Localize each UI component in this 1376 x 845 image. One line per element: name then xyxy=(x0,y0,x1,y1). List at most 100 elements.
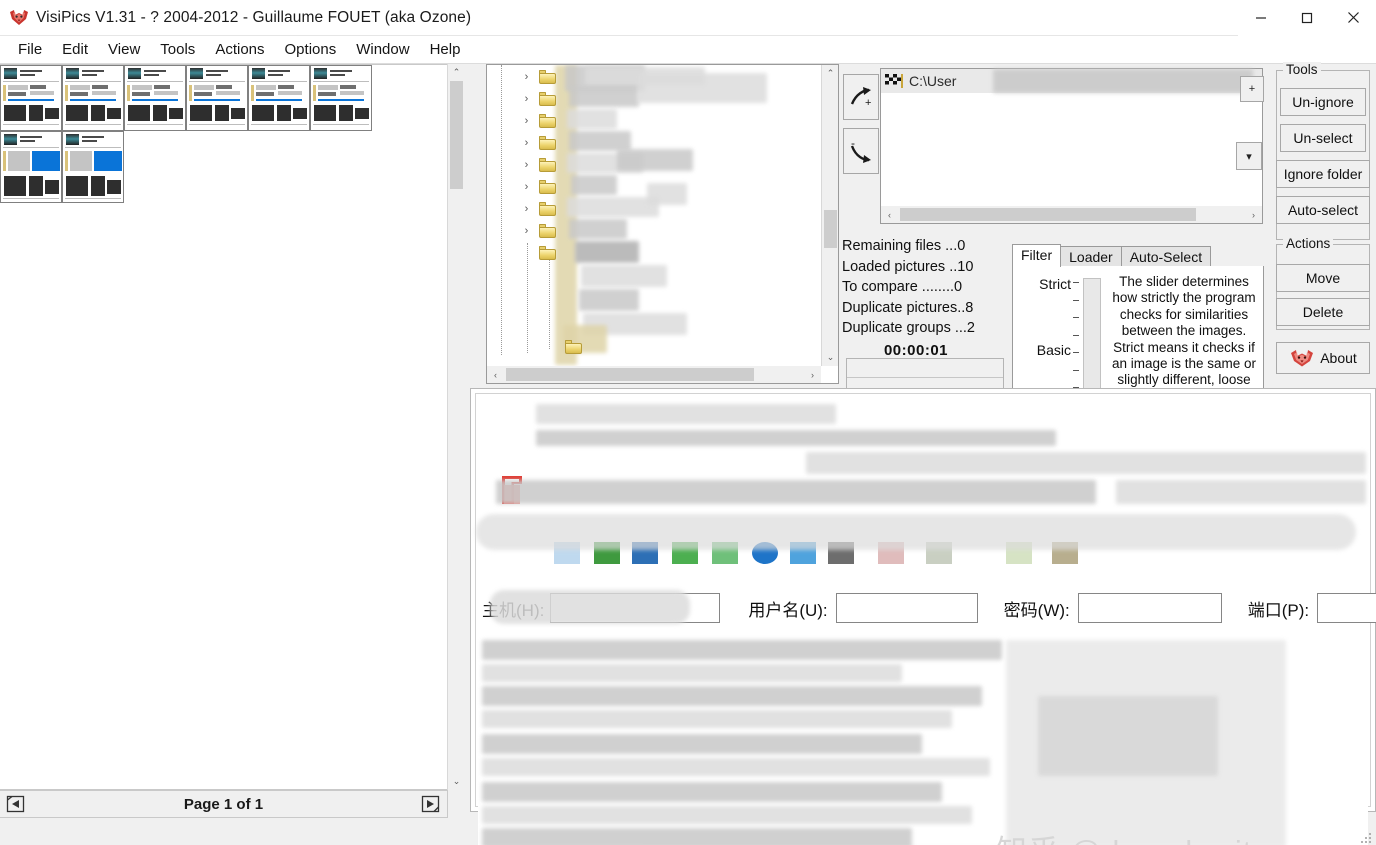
close-button[interactable] xyxy=(1330,0,1376,36)
about-fox-icon xyxy=(1289,348,1315,368)
username-input[interactable] xyxy=(836,593,978,623)
tree-scroll-down-arrow[interactable]: ⌄ xyxy=(822,349,839,366)
folder-tree-node[interactable]: › xyxy=(487,89,821,109)
menu-help[interactable]: Help xyxy=(420,39,471,60)
path-remove-button[interactable]: ▾ xyxy=(1236,142,1262,170)
menu-window[interactable]: Window xyxy=(346,39,419,60)
folder-tree-node[interactable]: › xyxy=(487,199,821,219)
checkered-flag-icon xyxy=(885,74,903,88)
path-add-button[interactable]: + xyxy=(1240,76,1264,102)
menu-edit[interactable]: Edit xyxy=(52,39,98,60)
redacted-overlay-menu xyxy=(536,430,1056,446)
tree-horizontal-scrollbar[interactable]: ‹ › xyxy=(487,366,821,383)
menu-tools[interactable]: Tools xyxy=(150,39,205,60)
chevron-right-icon[interactable]: › xyxy=(520,159,533,172)
folder-tree-node[interactable]: › xyxy=(487,111,821,131)
delete-button[interactable]: Delete xyxy=(1276,298,1370,326)
scroll-thumb[interactable] xyxy=(450,81,463,189)
chevron-right-icon[interactable]: › xyxy=(520,137,533,150)
maximize-button[interactable] xyxy=(1284,0,1330,36)
menu-file[interactable]: File xyxy=(8,39,52,60)
thumbnail-content xyxy=(65,68,121,79)
app-fox-icon xyxy=(8,7,30,29)
stat-duplicate-groups: Duplicate groups ...2 xyxy=(842,318,1008,339)
move-button[interactable]: Move xyxy=(1276,264,1370,292)
redacted-list-col xyxy=(1038,696,1218,776)
tree-vertical-scrollbar[interactable]: ⌃ ⌄ xyxy=(821,65,838,366)
folder-tree-node[interactable]: › xyxy=(487,67,821,87)
folder-tree-node[interactable]: › xyxy=(487,155,821,175)
prev-page-icon[interactable] xyxy=(6,794,26,814)
thumbnail-content xyxy=(251,68,307,79)
chevron-right-icon[interactable]: › xyxy=(520,115,533,128)
duplicate-thumbnail-pane[interactable] xyxy=(0,64,448,790)
tree-hscroll-left-arrow[interactable]: ‹ xyxy=(487,366,504,383)
chevron-right-icon[interactable]: › xyxy=(520,71,533,84)
chevron-right-icon[interactable]: › xyxy=(520,93,533,106)
path-hscroll-right-arrow[interactable]: › xyxy=(1245,206,1262,223)
folder-tree-node[interactable]: › xyxy=(487,133,821,153)
folder-tree[interactable]: › › › › › › › › ⱟ ⱟ xyxy=(487,65,821,366)
scan-path-list[interactable]: C:\User ‹ › xyxy=(880,68,1263,224)
folder-tree-node[interactable]: › xyxy=(487,221,821,241)
duplicate-thumbnail[interactable] xyxy=(248,65,310,131)
password-label: 密码(W): xyxy=(1004,596,1070,621)
connection-form-row: 主机(H): 用户名(U): 密码(W): 端口(P): xyxy=(470,582,1376,634)
duplicate-thumbnail[interactable] xyxy=(0,65,62,131)
overlay-file-list[interactable] xyxy=(478,636,1368,845)
path-hscroll-thumb[interactable] xyxy=(900,208,1196,221)
redacted-overlay-header xyxy=(1116,480,1366,504)
scroll-up-arrow[interactable]: ⌃ xyxy=(448,64,465,81)
path-list-item[interactable]: C:\User xyxy=(881,69,1262,93)
page-indicator-label: Page 1 of 1 xyxy=(32,796,415,813)
duplicate-thumbnail[interactable] xyxy=(62,131,124,203)
tree-hscroll-right-arrow[interactable]: › xyxy=(804,366,821,383)
path-list-horizontal-scrollbar[interactable]: ‹ › xyxy=(881,206,1262,223)
remove-folder-button[interactable]: - xyxy=(843,128,879,174)
tab-filter[interactable]: Filter xyxy=(1012,244,1061,267)
tree-scroll-thumb[interactable] xyxy=(824,210,837,248)
duplicate-thumbnail[interactable] xyxy=(124,65,186,131)
scroll-down-arrow[interactable]: ⌄ xyxy=(448,773,465,790)
path-hscroll-left-arrow[interactable]: ‹ xyxy=(881,206,898,223)
username-label: 用户名(U): xyxy=(748,596,827,621)
tree-scroll-up-arrow[interactable]: ⌃ xyxy=(822,65,839,82)
tree-hscroll-thumb[interactable] xyxy=(506,368,754,381)
duplicate-thumbnail[interactable] xyxy=(62,65,124,131)
chevron-down-icon[interactable]: ⱟ xyxy=(520,247,533,260)
un-ignore-button[interactable]: Un-ignore xyxy=(1280,88,1366,116)
folder-tree-node[interactable]: › xyxy=(487,177,821,197)
thumbnail-pane-scrollbar[interactable]: ⌃ ⌄ xyxy=(447,64,464,790)
duplicate-thumbnail[interactable] xyxy=(186,65,248,131)
chevron-right-icon[interactable]: › xyxy=(520,203,533,216)
resize-grip-icon[interactable] xyxy=(1361,830,1373,842)
ignore-folder-button[interactable]: Ignore folder xyxy=(1276,160,1370,188)
tab-strip: Filter Loader Auto-Select xyxy=(1012,244,1264,267)
redacted-list-row xyxy=(482,640,1002,660)
folder-tree-pane[interactable]: › › › › › › › › ⱟ ⱟ ⌃ ⌄ ‹ › xyxy=(486,64,839,384)
chevron-right-icon[interactable]: › xyxy=(520,225,533,238)
folder-tree-node-child[interactable]: ⱟ xyxy=(513,337,839,357)
tab-loader[interactable]: Loader xyxy=(1060,246,1122,268)
folder-tree-node[interactable]: ⱟ xyxy=(487,243,821,263)
chevron-right-icon[interactable]: › xyxy=(520,181,533,194)
menu-view[interactable]: View xyxy=(98,39,150,60)
password-input[interactable] xyxy=(1078,593,1222,623)
duplicate-thumbnail[interactable] xyxy=(310,65,372,131)
about-button[interactable]: About xyxy=(1276,342,1370,374)
menu-options[interactable]: Options xyxy=(275,39,347,60)
page-status-bar: Page 1 of 1 xyxy=(0,790,448,818)
un-select-button[interactable]: Un-select xyxy=(1280,124,1366,152)
menu-actions[interactable]: Actions xyxy=(205,39,274,60)
auto-select-button[interactable]: Auto-select xyxy=(1276,196,1370,224)
next-page-icon[interactable] xyxy=(421,794,441,814)
redacted-list-row xyxy=(482,828,912,845)
port-input[interactable] xyxy=(1317,593,1376,623)
duplicate-thumbnail[interactable] xyxy=(0,131,62,203)
stat-remaining-files: Remaining files ...0 xyxy=(842,236,1008,257)
add-folder-button[interactable]: + xyxy=(843,74,879,120)
minimize-button[interactable] xyxy=(1238,0,1284,36)
tab-auto-select[interactable]: Auto-Select xyxy=(1121,246,1211,268)
chevron-down-icon[interactable]: ⱟ xyxy=(546,341,559,354)
folder-icon xyxy=(539,136,556,150)
